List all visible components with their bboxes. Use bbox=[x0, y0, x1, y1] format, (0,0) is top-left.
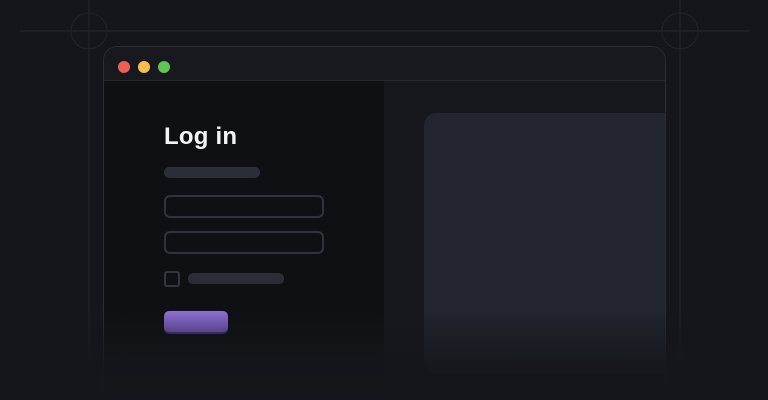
login-submit-button[interactable] bbox=[164, 311, 228, 332]
email-field[interactable] bbox=[164, 195, 324, 218]
login-title: Log in bbox=[164, 123, 238, 150]
subtitle-placeholder bbox=[164, 167, 260, 178]
remember-me-label-placeholder bbox=[188, 273, 284, 284]
minimize-window-dot[interactable] bbox=[138, 61, 150, 73]
preview-pane bbox=[384, 81, 665, 400]
password-field[interactable] bbox=[164, 231, 324, 254]
close-window-dot[interactable] bbox=[118, 61, 130, 73]
preview-card-placeholder bbox=[424, 113, 665, 373]
login-panel: Log in bbox=[104, 81, 384, 400]
window-titlebar bbox=[104, 47, 665, 81]
browser-window: Log in bbox=[103, 46, 666, 400]
maximize-window-dot[interactable] bbox=[158, 61, 170, 73]
remember-me-checkbox[interactable] bbox=[164, 271, 180, 287]
